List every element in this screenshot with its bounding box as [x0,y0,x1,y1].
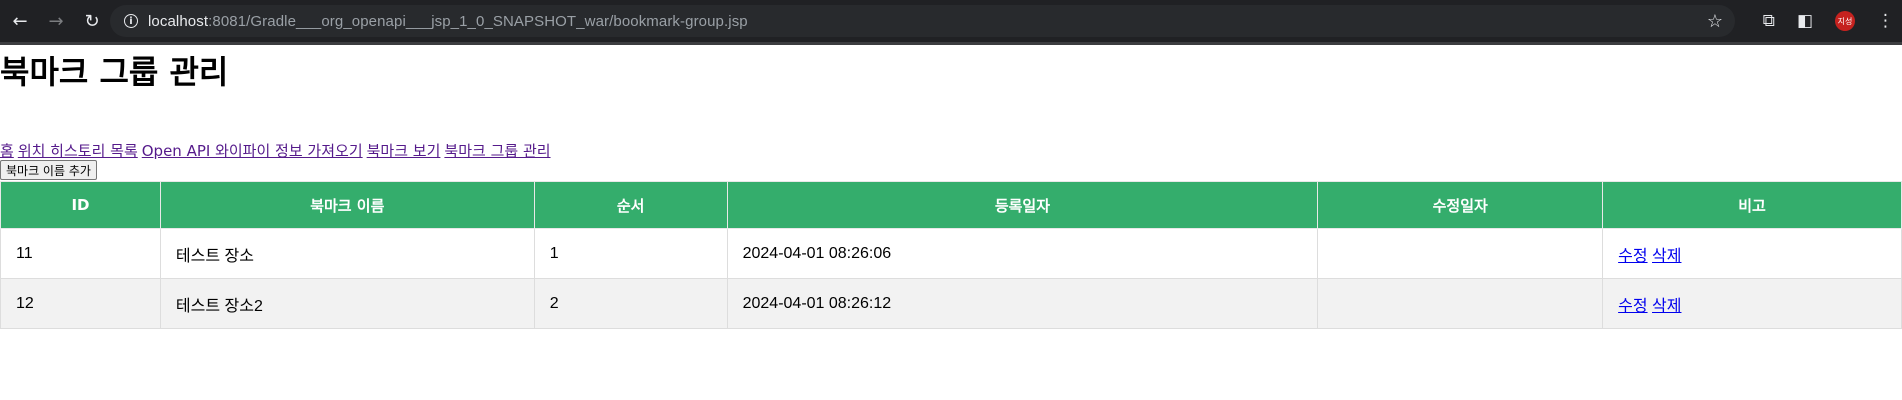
nav-links: 홈 위치 히스토리 목록 Open API 와이파이 정보 가져오기 북마크 보기 북마… [0,142,1902,160]
nav-link-bookmarks[interactable]: 북마크 보기 [367,142,441,160]
add-bookmark-name-button[interactable]: 북마크 이름 추가 [0,160,97,180]
cell-name: 테스트 장소 [159,228,535,279]
extensions-puzzle-icon[interactable]: ⧉ [1763,11,1775,31]
col-header-id: ID [0,181,161,229]
cell-created: 2024-04-01 08:26:06 [726,228,1319,279]
cell-modified [1317,278,1604,329]
side-panel-icon[interactable]: ◧ [1797,11,1813,31]
col-header-name: 북마크 이름 [159,181,535,229]
cell-id: 11 [0,228,161,279]
menu-kebab-icon[interactable]: ⋮ [1877,11,1894,31]
col-header-order: 순서 [533,181,728,229]
cell-order: 2 [533,278,728,329]
cell-name: 테스트 장소2 [159,278,535,329]
address-bar[interactable]: i localhost:8081/Gradle___org_openapi___… [110,5,1735,37]
bookmark-star-icon[interactable]: ☆ [1707,11,1723,32]
cell-created: 2024-04-01 08:26:12 [726,278,1319,329]
cell-modified [1317,228,1604,279]
cell-actions: 수정 삭제 [1602,278,1902,329]
site-info-icon[interactable]: i [124,14,138,28]
back-arrow-icon[interactable]: ← [8,9,32,33]
nav-link-load-wifi[interactable]: Open API 와이파이 정보 가져오기 [142,142,363,160]
browser-toolbar: ← → ↻ i localhost:8081/Gradle___org_open… [0,0,1902,42]
page-title: 북마크 그룹 관리 [0,53,229,91]
table-header-row: ID 북마크 이름 순서 등록일자 수정일자 비고 [0,181,1902,229]
forward-arrow-icon[interactable]: → [44,9,68,33]
col-header-note: 비고 [1602,181,1902,229]
reload-icon[interactable]: ↻ [80,9,104,33]
page-content: 북마크 그룹 관리 홈 위치 히스토리 목록 Open API 와이파이 정보 가져… [0,45,1902,329]
edit-link[interactable]: 수정 [1618,248,1647,265]
cell-order: 1 [533,228,728,279]
table-row: 11 테스트 장소 1 2024-04-01 08:26:06 수정 삭제 [0,228,1902,279]
table-row: 12 테스트 장소2 2 2024-04-01 08:26:12 수정 삭제 [0,278,1902,329]
nav-link-history[interactable]: 위치 히스토리 목록 [18,142,138,160]
edit-link[interactable]: 수정 [1618,298,1647,315]
delete-link[interactable]: 삭제 [1652,298,1681,315]
col-header-modified: 수정일자 [1317,181,1604,229]
cell-actions: 수정 삭제 [1602,228,1902,279]
col-header-created: 등록일자 [726,181,1319,229]
nav-link-home[interactable]: 홈 [0,142,14,160]
delete-link[interactable]: 삭제 [1652,248,1681,265]
profile-avatar[interactable]: 지성 [1835,11,1855,31]
bookmark-group-table: ID 북마크 이름 순서 등록일자 수정일자 비고 11 테스트 장소 1 20… [0,181,1902,329]
cell-id: 12 [0,278,161,329]
url-text[interactable]: localhost:8081/Gradle___org_openapi___js… [148,13,748,30]
nav-link-bookmark-groups[interactable]: 북마크 그룹 관리 [444,142,550,160]
